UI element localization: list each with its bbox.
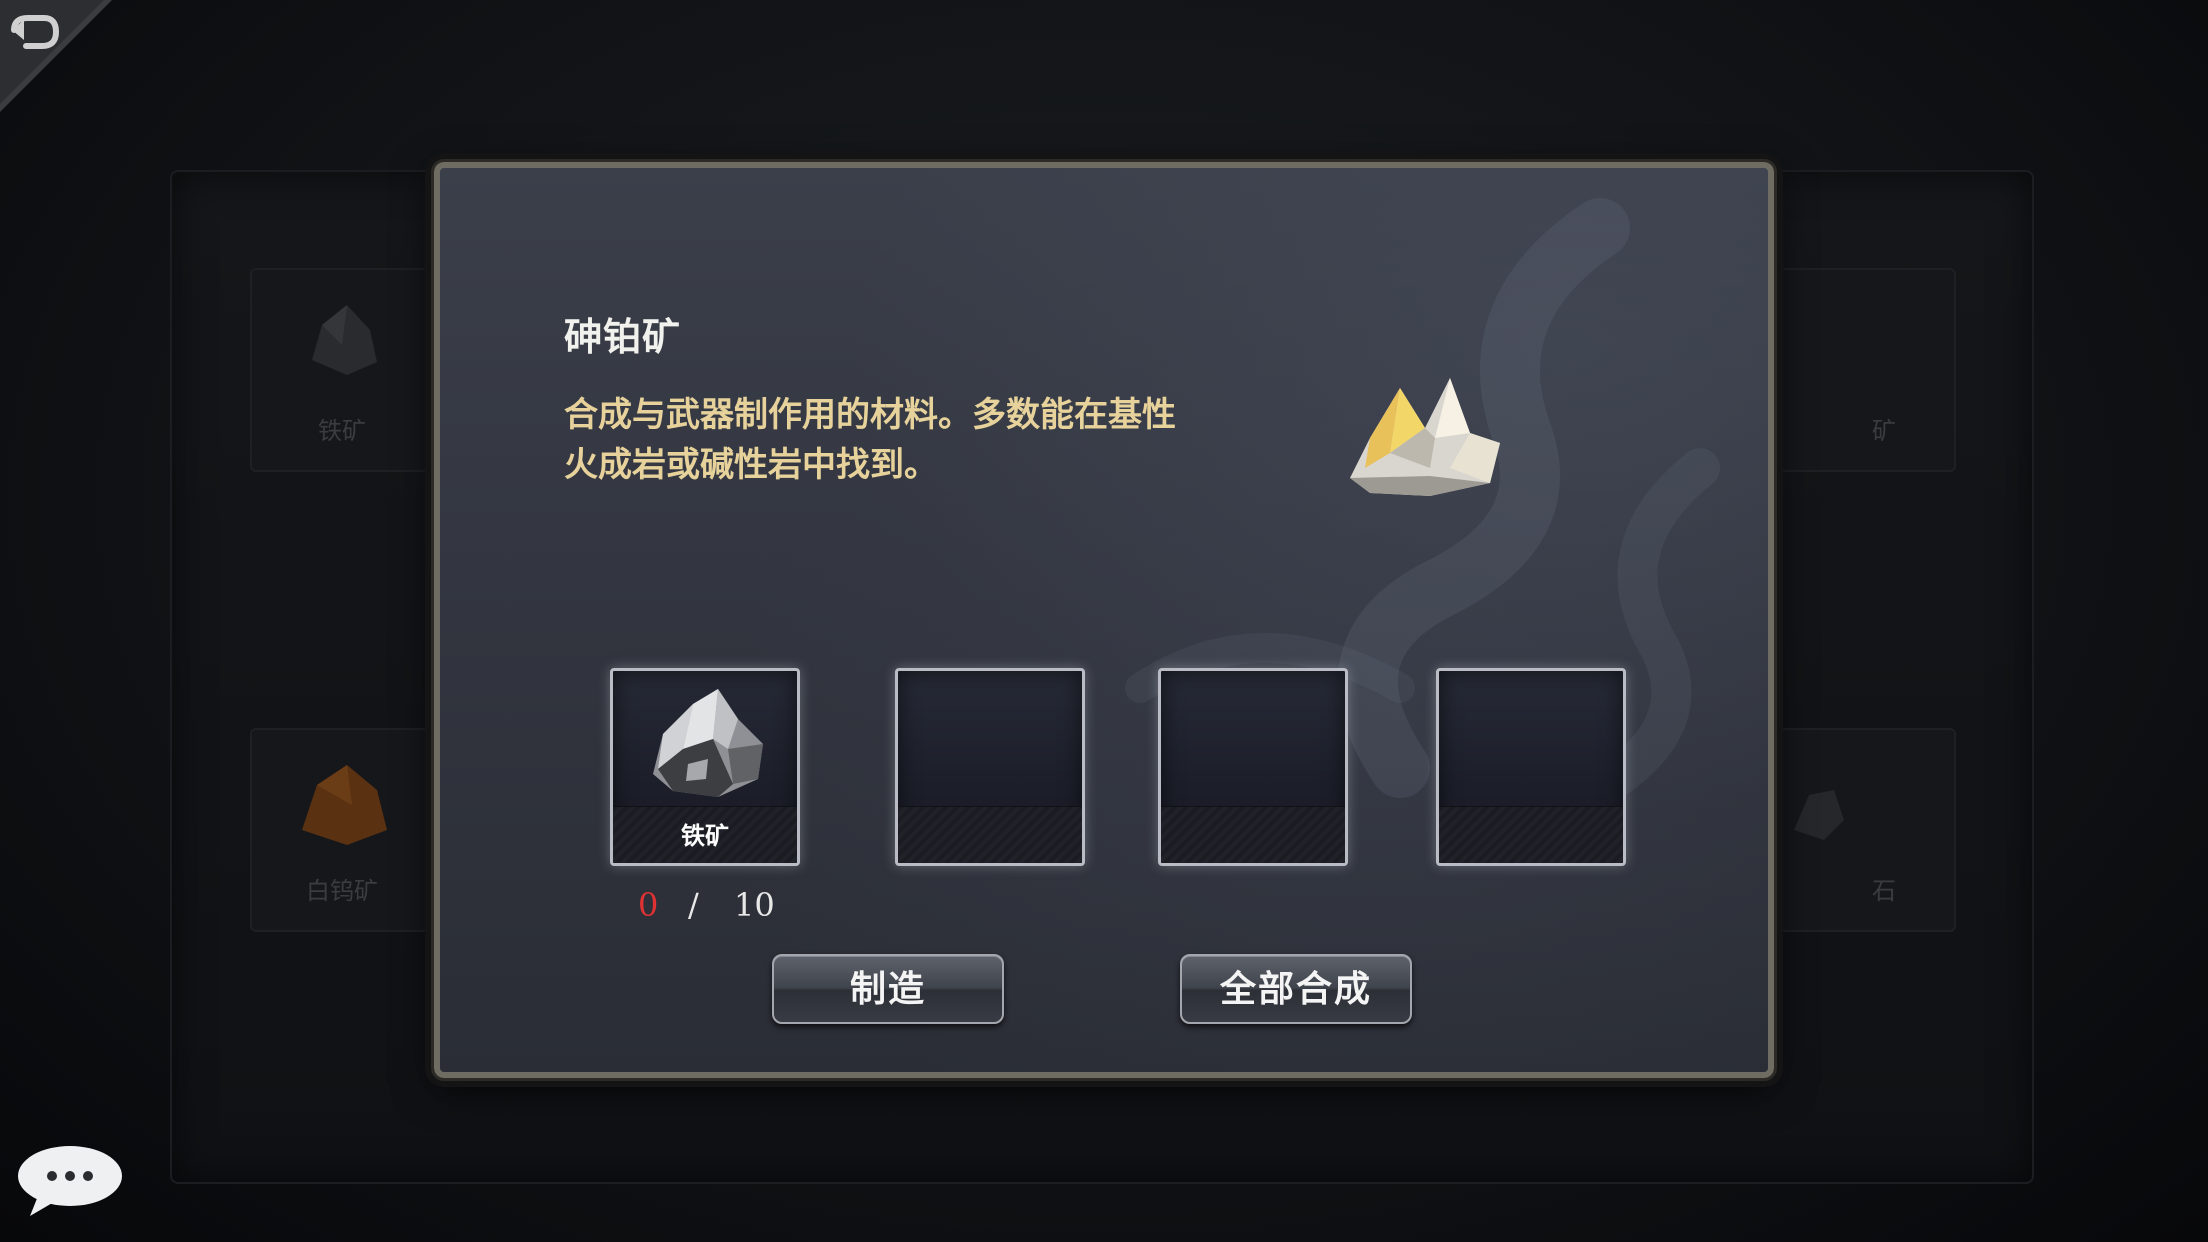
scheelite-ore-icon [302,765,387,845]
material-count-separator: / [688,886,699,924]
inventory-slot-label: 铁矿 [318,417,366,445]
material-count-have: 0 [638,886,659,924]
inventory-slot-label: 矿 [1872,417,1896,445]
item-description: 合成与武器制作用的材料。多数能在基性火成岩或碱性岩中找到。 [564,395,1176,485]
craft-button[interactable]: 制造 [772,954,1004,1024]
stone-icon [1794,790,1844,840]
inventory-slot-label: 白钨矿 [306,877,378,905]
chat-button[interactable] [14,1140,126,1220]
material-slot[interactable]: 铁矿 [610,668,800,866]
iron-ore-icon [312,305,377,375]
inventory-slot-label: 石 [1872,877,1896,905]
craft-all-button[interactable]: 全部合成 [1180,954,1412,1024]
material-slot-label: 铁矿 [681,821,729,850]
material-slot[interactable] [895,668,1085,866]
material-slot[interactable] [1158,668,1348,866]
material-slot[interactable] [1436,668,1626,866]
crafting-screen: 铁矿 白钨矿 矿 石 砷铂矿 合成与武器制作用的材料。多数能在基性火成岩或碱性岩… [0,0,2208,1242]
back-button[interactable] [0,0,112,112]
item-title: 砷铂矿 [564,314,682,359]
chat-bubble-icon [18,1146,122,1216]
inventory-slot[interactable]: 矿 [1772,268,1956,472]
inventory-slot[interactable]: 石 [1772,728,1956,932]
material-count-need: 10 [734,886,775,924]
dragon-watermark-icon [1125,198,1720,808]
sperrylite-crystal-icon [1350,378,1500,496]
iron-ore-icon [653,689,763,797]
crafting-dialog: 砷铂矿 合成与武器制作用的材料。多数能在基性火成岩或碱性岩中找到。 铁矿 0 /… [431,159,1777,1081]
inventory-slot[interactable]: 铁矿 [250,268,434,472]
inventory-slot[interactable]: 白钨矿 [250,728,434,932]
